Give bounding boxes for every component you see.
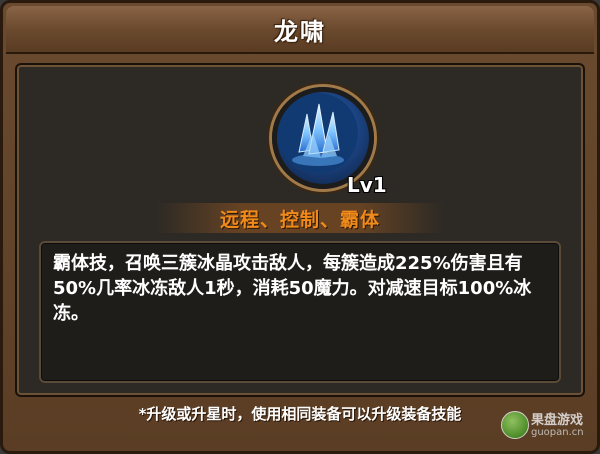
- watermark-name: 果盘游戏: [531, 413, 584, 428]
- skill-detail-panel: 龙啸 Lv1 远程、控制、霸体 霸体技，召唤三簇冰晶攻击敌人，每簇造成225%伤…: [0, 0, 600, 454]
- title-bar: 龙啸: [6, 6, 594, 54]
- skill-tags-banner: 远程、控制、霸体: [157, 203, 443, 233]
- skill-content-area: Lv1 远程、控制、霸体 霸体技，召唤三簇冰晶攻击敌人，每簇造成225%伤害且有…: [15, 63, 585, 397]
- watermark: 果盘游戏 guopan.cn: [501, 407, 587, 445]
- watermark-logo-icon: [501, 411, 529, 439]
- skill-level: Lv1: [347, 173, 387, 197]
- watermark-url: guopan.cn: [531, 427, 584, 438]
- skill-description-box: 霸体技，召唤三簇冰晶攻击敌人，每簇造成225%伤害且有50%几率冰冻敌人1秒，消…: [39, 241, 561, 383]
- skill-description: 霸体技，召唤三簇冰晶攻击敌人，每簇造成225%伤害且有50%几率冰冻敌人1秒，消…: [53, 253, 532, 324]
- panel-title: 龙啸: [274, 18, 326, 46]
- skill-tags: 远程、控制、霸体: [219, 209, 380, 231]
